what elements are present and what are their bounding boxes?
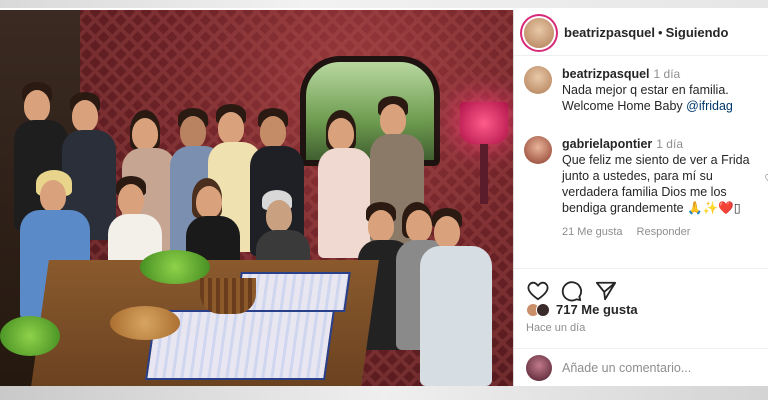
liker-avatar	[536, 302, 550, 317]
post-header: beatrizpasquel • Siguiendo	[514, 10, 768, 56]
table-plant	[0, 316, 60, 356]
heart-icon[interactable]	[526, 279, 550, 303]
comment-likes[interactable]: 21 Me gusta	[562, 224, 623, 240]
author-avatar[interactable]	[524, 17, 554, 48]
add-comment-row[interactable]: Añade un comentario...	[514, 348, 768, 386]
comment-time[interactable]: 1 día	[656, 137, 683, 151]
instagram-post-view: beatrizpasquel • Siguiendo beatrizpasque…	[0, 0, 768, 400]
add-comment-input[interactable]: Añade un comentario...	[562, 361, 691, 375]
reply-button[interactable]: Responder	[637, 224, 691, 240]
comment-text: Que feliz me siento de ver a Frida junto…	[562, 153, 750, 215]
post-photo[interactable]	[0, 10, 513, 386]
top-edge	[0, 0, 768, 8]
likes-count[interactable]: 717 Me gusta	[556, 302, 638, 317]
following-button[interactable]: Siguiendo	[666, 25, 729, 40]
share-icon[interactable]	[594, 279, 618, 303]
commenter-avatar[interactable]	[524, 136, 552, 164]
header-separator: •	[658, 25, 663, 40]
comment-username[interactable]: beatrizpasquel	[562, 67, 650, 81]
bottom-edge	[0, 386, 768, 400]
photo-lamp	[460, 102, 508, 144]
comment-item: gabrielapontier 1 día Que feliz me siento…	[524, 136, 768, 240]
mention-link[interactable]: @ifridag	[686, 99, 733, 113]
author-username[interactable]: beatrizpasquel	[564, 25, 655, 40]
comment-icon[interactable]	[560, 279, 584, 303]
post-side-panel: beatrizpasquel • Siguiendo beatrizpasque…	[513, 10, 768, 386]
comment-username[interactable]: gabrielapontier	[562, 137, 652, 151]
post-time: Hace un día	[526, 322, 586, 334]
likes-summary[interactable]: 717 Me gusta	[526, 302, 638, 317]
comment-like-icon[interactable]: ♡	[764, 172, 768, 186]
commenter-avatar[interactable]	[524, 66, 552, 94]
bread-basket	[200, 278, 256, 314]
comment-time[interactable]: 1 día	[654, 67, 681, 81]
current-user-avatar	[526, 354, 552, 381]
caption-comment: beatrizpasquel 1 día Nada mejor q estar e…	[524, 66, 768, 114]
bread-plate	[110, 306, 180, 340]
